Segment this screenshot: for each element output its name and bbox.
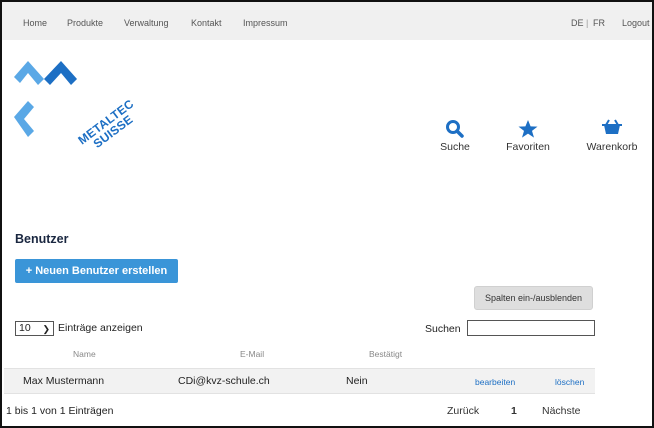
favorites-shortcut[interactable]: Favoriten [501, 119, 555, 153]
top-navigation: Home Produkte Verwaltung Kontakt Impress… [2, 2, 652, 40]
cell-confirmed: Nein [346, 375, 368, 387]
create-user-button[interactable]: + Neuen Benutzer erstellen [15, 259, 178, 283]
column-header-name[interactable]: Name [73, 349, 96, 359]
delete-user-link[interactable]: löschen [555, 377, 584, 387]
edit-user-link[interactable]: bearbeiten [475, 377, 515, 387]
lang-separator: | [586, 18, 589, 28]
table-search-input[interactable] [467, 320, 595, 336]
chevron-down-icon: ❯ [42, 324, 50, 334]
cell-name: Max Mustermann [23, 375, 105, 387]
cart-shortcut-label: Warenkorb [586, 141, 638, 153]
nav-link-impressum[interactable]: Impressum [243, 18, 288, 28]
toggle-columns-button[interactable]: Spalten ein-/ausblenden [474, 286, 593, 310]
star-icon [518, 120, 538, 138]
lang-fr[interactable]: FR [593, 18, 605, 28]
favorites-shortcut-label: Favoriten [506, 141, 550, 153]
cell-email: CDi@kvz-schule.ch [178, 375, 270, 387]
nav-link-home[interactable]: Home [23, 18, 47, 28]
pagination-previous[interactable]: Zurück [447, 405, 479, 417]
nav-link-kontakt[interactable]: Kontakt [191, 18, 222, 28]
column-header-confirmed[interactable]: Bestätigt [369, 349, 402, 359]
search-shortcut-label: Suche [440, 141, 470, 153]
search-shortcut[interactable]: Suche [438, 119, 472, 153]
browser-frame: Home Produkte Verwaltung Kontakt Impress… [0, 0, 654, 428]
table-info: 1 bis 1 von 1 Einträgen [6, 405, 114, 417]
basket-icon [602, 119, 622, 134]
lang-de[interactable]: DE [571, 18, 584, 28]
nav-link-verwaltung[interactable]: Verwaltung [124, 18, 169, 28]
page-length-label: Einträge anzeigen [58, 322, 143, 334]
page-title: Benutzer [15, 232, 69, 246]
nav-link-produkte[interactable]: Produkte [67, 18, 103, 28]
metaltec-logo[interactable]: METALTEC SUISSE [14, 57, 144, 151]
page-length-value: 10 [19, 322, 31, 334]
cart-shortcut[interactable]: Warenkorb [582, 119, 642, 153]
logout-link[interactable]: Logout [622, 18, 650, 28]
pagination-page-1[interactable]: 1 [511, 405, 517, 417]
column-header-email[interactable]: E-Mail [240, 349, 264, 359]
page-length-select[interactable]: 10 ❯ [15, 321, 54, 336]
pagination-next[interactable]: Nächste [542, 405, 581, 417]
search-icon [446, 120, 464, 138]
table-search-label: Suchen [425, 323, 461, 335]
